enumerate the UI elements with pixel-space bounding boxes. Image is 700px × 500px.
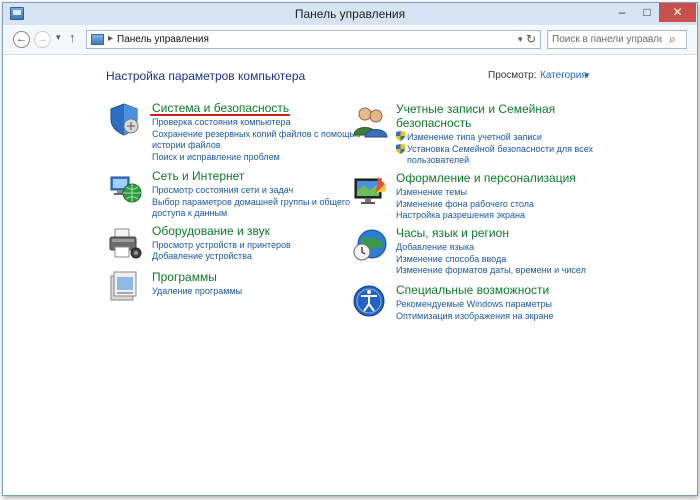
close-button[interactable]: ✕ xyxy=(659,3,696,22)
category-title-programs[interactable]: Программы xyxy=(152,270,217,284)
category-title-appearance[interactable]: Оформление и персонализация xyxy=(396,171,576,185)
refresh-icon[interactable]: ↻ xyxy=(522,30,541,49)
programs-icon[interactable] xyxy=(107,268,143,304)
link-add-device[interactable]: Добавление устройства xyxy=(152,251,252,262)
link-recommended-settings[interactable]: Рекомендуемые Windows параметры xyxy=(396,299,552,310)
shield-icon[interactable] xyxy=(107,101,143,137)
link-family-safety[interactable]: Установка Семейной безопасности для всех xyxy=(407,144,593,155)
maximize-button[interactable]: □ xyxy=(635,3,659,22)
uac-shield-icon xyxy=(396,131,405,141)
back-button[interactable]: ← xyxy=(13,31,30,48)
content-area: Настройка параметров компьютера Просмотр… xyxy=(3,55,697,495)
breadcrumb-control-panel[interactable]: Панель управления xyxy=(117,34,209,45)
title-bar[interactable]: Панель управления – □ ✕ xyxy=(3,3,697,25)
window-title: Панель управления xyxy=(294,7,406,21)
category-title-clock-language-region[interactable]: Часы, язык и регион xyxy=(396,226,509,240)
category-title-hardware-sound[interactable]: Оборудование и звук xyxy=(152,224,270,238)
link-check-computer-status[interactable]: Проверка состояния компьютера xyxy=(152,117,291,128)
uac-shield-icon xyxy=(396,144,405,154)
view-by-label: Просмотр: xyxy=(488,70,537,81)
accessibility-icon[interactable] xyxy=(352,283,388,319)
up-arrow-icon[interactable]: ↑ xyxy=(69,30,76,45)
network-globe-icon[interactable] xyxy=(107,171,143,207)
link-change-input-method[interactable]: Изменение способа ввода xyxy=(396,254,506,265)
link-devices-printers[interactable]: Просмотр устройств и принтеров xyxy=(152,240,291,251)
link-adjust-screen-resolution[interactable]: Настройка разрешения экрана xyxy=(396,210,525,221)
page-title: Настройка параметров компьютера xyxy=(106,69,306,83)
link-change-desktop-background[interactable]: Изменение фона рабочего стола xyxy=(396,199,534,210)
link-change-account-type[interactable]: Изменение типа учетной записи xyxy=(407,132,542,143)
forward-button[interactable]: → xyxy=(34,31,51,48)
link-add-language[interactable]: Добавление языка xyxy=(396,242,474,253)
view-by-chevron-down-icon[interactable]: ▼ xyxy=(583,71,591,80)
link-homegroup-sharing[interactable]: Выбор параметров домашней группы и общег… xyxy=(152,197,350,208)
highlight-underline xyxy=(150,114,290,116)
category-title-system-security[interactable]: Система и безопасность xyxy=(152,101,289,115)
link-file-history-backup-cont[interactable]: истории файлов xyxy=(152,140,221,151)
minimize-button[interactable]: – xyxy=(610,3,634,22)
link-optimize-visual-display[interactable]: Оптимизация изображения на экране xyxy=(396,311,554,322)
category-title-ease-of-access[interactable]: Специальные возможности xyxy=(396,283,549,297)
printer-icon[interactable] xyxy=(107,225,143,261)
search-box[interactable]: ⌕ xyxy=(547,30,687,49)
appearance-icon[interactable] xyxy=(352,173,388,209)
link-family-safety-cont[interactable]: пользователей xyxy=(407,155,469,166)
control-panel-window: Панель управления – □ ✕ ← → ▾ ↑ ▸ Панель… xyxy=(2,2,698,496)
category-title-user-accounts-cont[interactable]: безопасность xyxy=(396,116,471,130)
link-homegroup-sharing-cont[interactable]: доступа к данным xyxy=(152,208,227,219)
category-title-network-internet[interactable]: Сеть и Интернет xyxy=(152,169,244,183)
link-find-fix-problems[interactable]: Поиск и исправление проблем xyxy=(152,152,280,163)
search-icon[interactable]: ⌕ xyxy=(669,32,676,47)
category-title-user-accounts[interactable]: Учетные записи и Семейная xyxy=(396,102,555,116)
view-by-dropdown[interactable]: Категория xyxy=(540,70,587,81)
address-bar[interactable]: ▸ Панель управления ▾ xyxy=(86,30,538,49)
link-change-date-time-number-formats[interactable]: Изменение форматов даты, времени и чисел xyxy=(396,265,586,276)
search-input[interactable] xyxy=(552,33,662,46)
breadcrumb-separator-icon[interactable]: ▸ xyxy=(108,33,113,44)
control-panel-location-icon xyxy=(91,34,104,45)
link-uninstall-program[interactable]: Удаление программы xyxy=(152,286,242,297)
clock-globe-icon[interactable] xyxy=(352,226,388,262)
link-network-status[interactable]: Просмотр состояния сети и задач xyxy=(152,185,293,196)
link-file-history-backup[interactable]: Сохранение резервных копий файлов с помо… xyxy=(152,129,361,140)
recent-locations-chevron-down-icon[interactable]: ▾ xyxy=(56,32,61,43)
navigation-bar: ← → ▾ ↑ ▸ Панель управления ▾ ↻ ⌕ xyxy=(3,25,697,55)
link-change-theme[interactable]: Изменение темы xyxy=(396,187,467,198)
users-icon[interactable] xyxy=(352,103,388,139)
